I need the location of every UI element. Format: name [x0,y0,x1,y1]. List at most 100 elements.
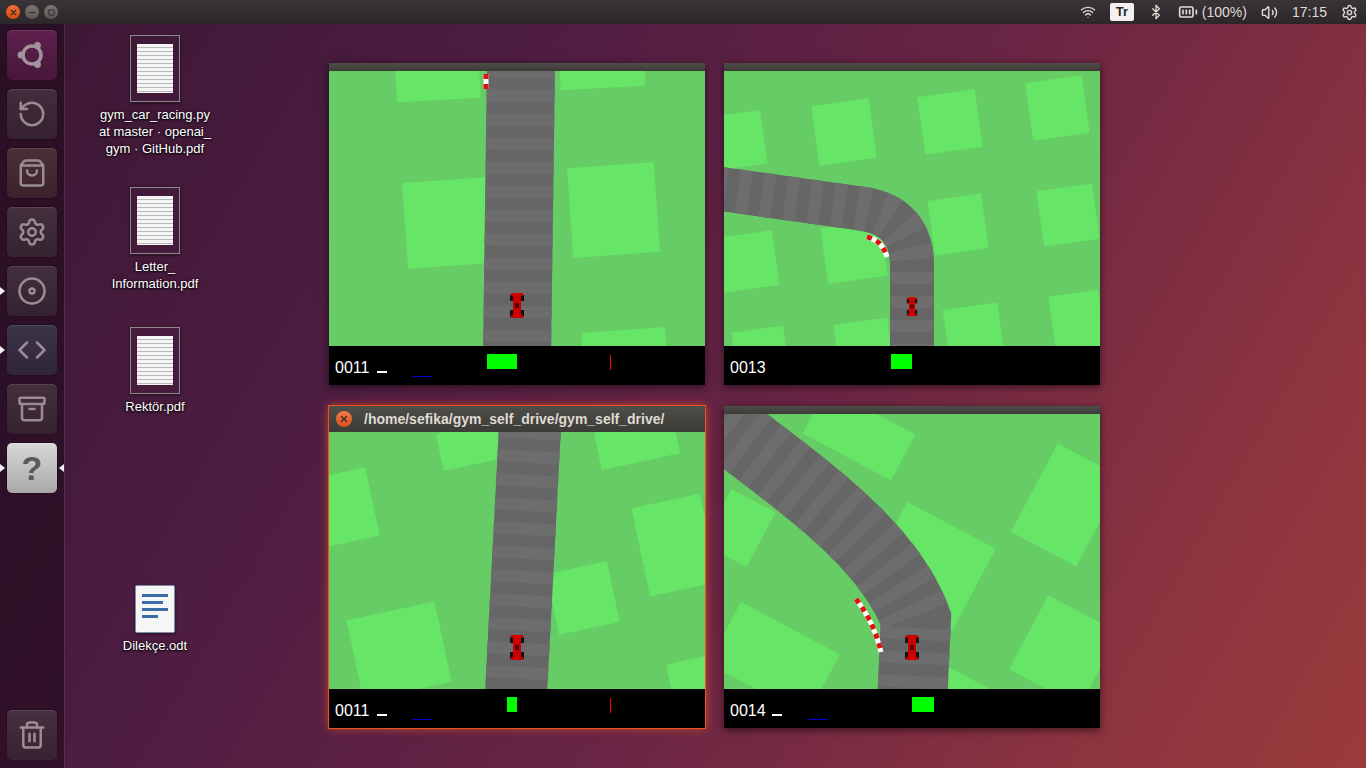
vscode-icon [17,335,47,365]
launcher-tile[interactable] [7,30,57,80]
trash-icon [17,720,47,750]
grass-patch [329,467,380,546]
launcher-tile[interactable]: ? [7,443,57,493]
steering-bar [507,697,517,712]
abs-bar [823,719,827,720]
screen: Tr (100%) 17:15? gym_car_racing.pyat master… [0,0,1366,768]
launcher-item[interactable] [0,206,64,258]
battery-indicator[interactable]: (100%) [1178,2,1247,22]
launcher-item[interactable] [0,383,64,435]
launcher-tile[interactable] [7,148,57,198]
game-window[interactable]: 0013 [724,63,1100,385]
gyro-bar [610,355,611,370]
grass-patch [1036,183,1099,246]
disc-icon [17,276,47,306]
launcher-item[interactable] [0,88,64,140]
hud-indicators [373,346,699,385]
settings-icon [17,217,47,247]
running-indicator [0,287,5,295]
launcher-item[interactable] [0,147,64,199]
grass-patch [594,432,680,470]
car [907,297,918,316]
launcher-tile[interactable] [7,710,57,760]
close-button[interactable] [6,5,20,19]
car [905,635,919,660]
launcher-item[interactable] [0,29,64,81]
focus-indicator [59,464,64,472]
launcher-tile[interactable] [7,384,57,434]
gyro-bar [610,698,611,713]
abs-bar [423,719,427,720]
volume-icon[interactable] [1261,4,1278,21]
indicators: Tr (100%) 17:15 [1080,2,1358,22]
bluetooth-icon[interactable] [1148,4,1164,20]
updater-icon [17,99,47,129]
hud-indicators [373,689,699,728]
maximize-icon [48,9,55,16]
game-window[interactable]: 0011 [329,63,705,385]
desktop-icon[interactable]: gym_car_racing.pyat master · openai_gym … [80,35,230,157]
system-gear-icon[interactable] [1341,4,1358,21]
unknown-app-icon: ? [22,451,43,485]
road [724,188,912,346]
grass-patch [346,602,451,689]
body: ? gym_car_racing.pyat master · openai_gym… [0,24,1366,768]
launcher-tile[interactable] [7,325,57,375]
grass-patch [724,110,768,170]
title-bar[interactable] [329,63,705,71]
launcher-tile[interactable] [7,266,57,316]
pdf-thumbnail-icon [130,327,180,394]
desktop-icon[interactable]: Rektör.pdf [80,327,230,415]
launcher-item[interactable] [0,709,64,761]
launcher-tile[interactable] [7,89,57,139]
window-title: /home/sefika/gym_self_drive/gym_self_dri… [364,411,664,427]
hud: 0011 [329,346,705,385]
hud: 0013 [724,346,1100,385]
minimize-icon [28,8,37,17]
grass-patch [546,561,620,635]
grass-patch [560,71,646,90]
score: 0014 [730,698,768,720]
close-button[interactable] [336,411,352,427]
desktop-icon[interactable]: Letter_Information.pdf [80,187,230,292]
abs-bar [418,719,422,720]
track-drawing [724,71,1100,346]
grass-patch [567,162,660,258]
title-bar[interactable] [724,406,1100,414]
game-window[interactable]: /home/sefika/gym_self_drive/gym_self_dri… [329,406,705,728]
grass-patch [666,656,705,689]
title-bar[interactable] [724,63,1100,71]
maximize-button[interactable] [44,5,58,19]
launcher-item[interactable] [0,265,64,317]
launcher-tile[interactable] [7,207,57,257]
grass-patch [833,317,892,346]
abs-bar [818,719,822,720]
window-controls [6,5,58,19]
desktop-icon[interactable]: Dilekçe.odt [80,585,230,654]
title-bar[interactable]: /home/sefika/gym_self_drive/gym_self_dri… [329,406,705,432]
clock[interactable]: 17:15 [1292,4,1327,20]
game-view [329,432,705,689]
minimize-button[interactable] [25,5,39,19]
battery-icon [1178,2,1198,22]
hud-indicators [768,346,1094,385]
grass-patch [724,602,840,689]
running-indicator [0,346,5,354]
launcher-item[interactable]: ? [0,442,64,494]
abs-bar [428,376,432,377]
game-window[interactable]: 0014 [724,406,1100,728]
abs-bar [413,719,417,720]
car [510,293,524,318]
steering-bar [912,697,934,712]
launcher-item[interactable] [0,324,64,376]
running-indicator [0,464,5,472]
score: 0013 [730,355,768,377]
road [724,414,916,689]
track-drawing [329,432,705,689]
desktop: gym_car_racing.pyat master · openai_gym … [65,24,1366,768]
keyboard-layout[interactable]: Tr [1110,3,1134,21]
grass-patch [927,194,988,256]
grass-patch [917,89,983,155]
wifi-icon[interactable] [1080,4,1096,20]
close-icon [9,8,18,17]
